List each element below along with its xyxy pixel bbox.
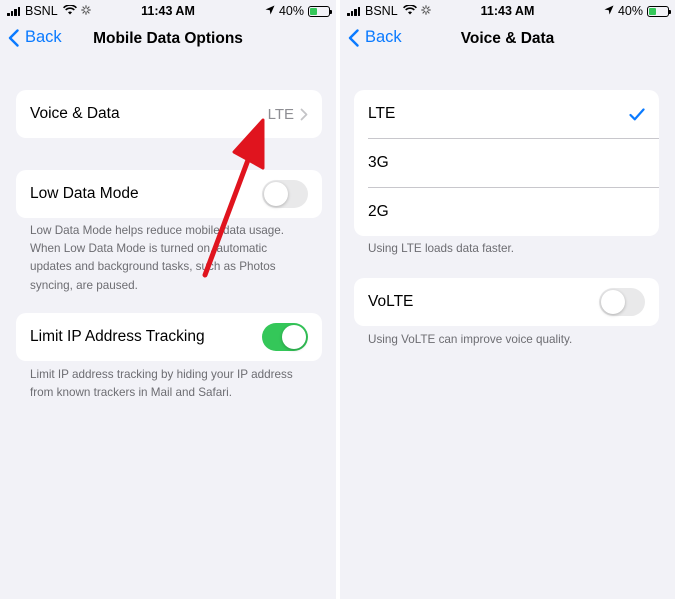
option-lte-row[interactable]: LTE [354,90,659,138]
battery-charging-icon [647,5,671,17]
footnote-line: Limit IP address tracking by hiding your… [30,368,293,381]
option-2g-row[interactable]: 2G [354,188,659,236]
chevron-left-icon [348,28,359,47]
voice-data-screen: BSNL 11:43 AM 40% Back Voice & Data LTE [340,0,675,599]
low-data-mode-footnote: Low Data Mode helps reduce mobile data u… [30,222,320,295]
footnote-line: Low Data Mode helps reduce mobile data u… [30,224,285,237]
limit-ip-row: Limit IP Address Tracking [16,313,322,361]
voice-data-row[interactable]: Voice & Data LTE [16,90,322,138]
location-arrow-icon [604,4,614,18]
toggle-knob [601,290,625,314]
volte-row: VoLTE [354,278,659,326]
option-label: LTE [368,105,396,122]
network-options-footnote: Using LTE loads data faster. [368,242,514,255]
limit-ip-label: Limit IP Address Tracking [30,328,205,345]
volte-toggle[interactable] [599,288,645,316]
volte-group: VoLTE [354,278,659,326]
volte-footnote: Using VoLTE can improve voice quality. [368,333,573,346]
low-data-mode-toggle[interactable] [262,180,308,208]
low-data-mode-row: Low Data Mode [16,170,322,218]
limit-ip-group: Limit IP Address Tracking [16,313,322,361]
voice-data-group: Voice & Data LTE [16,90,322,138]
navigation-bar: Back Voice & Data [340,24,675,56]
toggle-knob [282,325,306,349]
mobile-data-options-screen: BSNL 11:43 AM 40% Back Mobile Data Optio… [0,0,336,599]
limit-ip-toggle[interactable] [262,323,308,351]
battery-percentage: 40% [278,4,304,18]
volte-label: VoLTE [368,293,414,310]
footnote-line: syncing, are paused. [30,278,138,292]
back-button-label: Back [25,28,62,46]
status-bar: BSNL 11:43 AM 40% [0,0,336,22]
option-label: 2G [368,203,389,220]
voice-data-value: LTE [267,105,294,123]
location-arrow-icon [265,4,275,18]
limit-ip-footnote: Limit IP address tracking by hiding your… [30,366,330,402]
network-options-group: LTE 3G 2G [354,90,659,236]
voice-data-label: Voice & Data [30,105,120,122]
option-3g-row[interactable]: 3G [354,139,659,187]
chevron-right-icon [300,108,308,120]
back-button[interactable]: Back [348,28,402,47]
low-data-mode-label: Low Data Mode [30,185,139,202]
low-data-mode-group: Low Data Mode [16,170,322,218]
chevron-left-icon [8,28,19,47]
footnote-line: from known trackers in Mail and Safari. [30,386,233,400]
battery-percentage: 40% [617,4,643,18]
navigation-bar: Back Mobile Data Options [0,24,336,56]
status-bar: BSNL 11:43 AM 40% [340,0,675,22]
option-label: 3G [368,154,389,171]
checkmark-icon [629,107,645,120]
back-button[interactable]: Back [8,28,62,47]
footnote-line: When Low Data Mode is turned on, automat… [30,242,268,256]
battery-charging-icon [308,5,332,17]
back-button-label: Back [365,28,402,46]
toggle-knob [264,182,288,206]
footnote-line: updates and background tasks, such as Ph… [30,260,276,274]
